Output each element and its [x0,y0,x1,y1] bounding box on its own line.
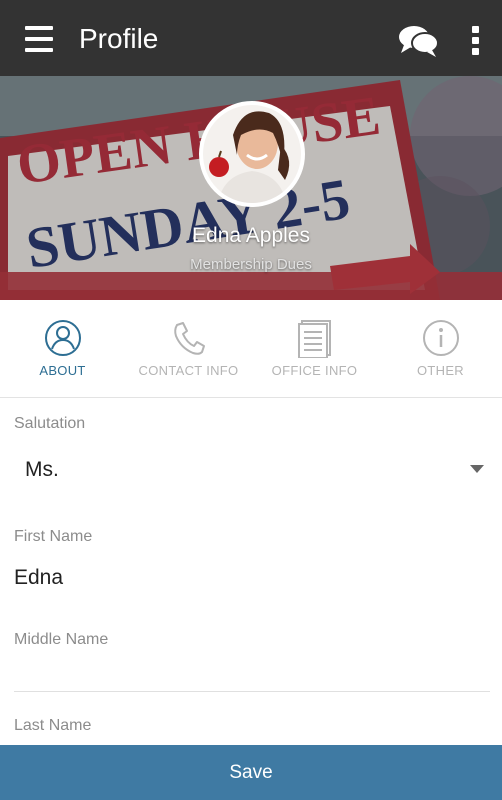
first-name-label: First Name [14,528,93,545]
tab-about[interactable]: ABOUT [0,300,125,397]
document-icon [298,320,331,358]
tab-label: CONTACT INFO [138,363,239,378]
middle-name-label: Middle Name [14,631,109,648]
profile-name: Edna Apples [192,224,310,247]
app-bar: Profile [0,0,502,76]
last-name-label: Last Name [14,717,92,734]
tab-contact-info[interactable]: CONTACT INFO [126,300,251,397]
middle-name-field[interactable] [14,652,490,692]
tab-label: OTHER [417,363,464,378]
page-title: Profile [79,23,159,54]
salutation-label: Salutation [14,415,86,432]
dropdown-caret-icon [470,465,484,473]
tab-other[interactable]: OTHER [378,300,502,397]
phone-icon [174,322,205,355]
avatar[interactable] [199,101,305,207]
salutation-value: Ms. [25,458,59,481]
first-name-field[interactable]: Edna [14,566,63,590]
tab-label: ABOUT [39,363,86,378]
middle-name-underline [14,691,490,692]
profile-subtitle: Membership Dues [190,256,312,273]
info-icon [423,320,459,356]
profile-banner: OPEN HOUSE SUNDAY 2-5 Edna Apples Member… [0,76,502,300]
salutation-select[interactable]: Ms. [14,445,492,495]
more-vertical-icon[interactable] [466,22,486,56]
save-button[interactable]: Save [0,745,502,800]
chat-bubbles-icon[interactable] [398,24,440,58]
hamburger-menu-icon[interactable] [22,26,56,52]
profile-tabs: ABOUT CONTACT INFO OFFICE INFO OTHER [0,300,502,398]
tab-label: OFFICE INFO [271,363,358,378]
person-icon [45,320,81,356]
tab-office-info[interactable]: OFFICE INFO [252,300,377,397]
